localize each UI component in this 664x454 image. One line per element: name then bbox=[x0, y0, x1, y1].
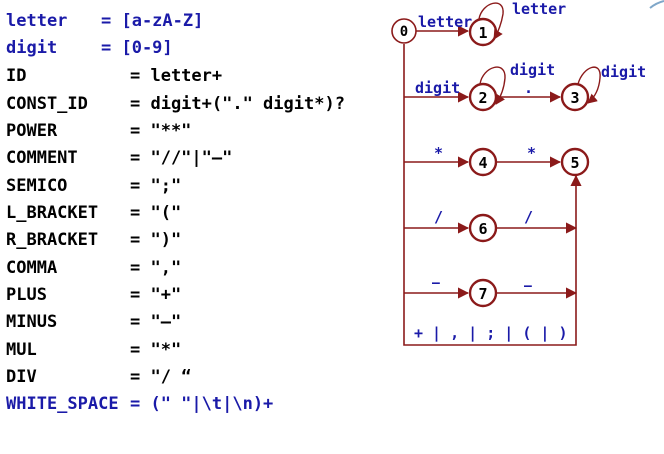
dfa-diagram: 0 letter 1 letter digit 2 digit . 3 digi… bbox=[391, 0, 664, 346]
edge-label-slash-1: / bbox=[434, 208, 443, 226]
edge-label-star-1: * bbox=[434, 144, 443, 162]
state-4-label: 4 bbox=[478, 154, 487, 172]
edge-label-dash-2: — bbox=[524, 279, 532, 294]
loop-label-letter: letter bbox=[512, 0, 566, 18]
loop-label-digit-2: digit bbox=[510, 61, 555, 79]
edge-label-slash-2: / bbox=[524, 208, 533, 226]
state-5-label: 5 bbox=[570, 154, 579, 172]
edge-label-dash-1: — bbox=[432, 276, 440, 291]
edge-label-digit: digit bbox=[415, 79, 460, 97]
state-7-label: 7 bbox=[478, 285, 487, 303]
edge-label-dot: . bbox=[524, 79, 533, 97]
corner-decoration bbox=[649, 0, 664, 9]
state-2-label: 2 bbox=[478, 89, 487, 107]
state-6-label: 6 bbox=[478, 220, 487, 238]
edge-label-letter: letter bbox=[418, 13, 472, 31]
loop-label-digit-3: digit bbox=[601, 63, 646, 81]
edge-label-single-chars: + | , | ; | ( | ) bbox=[414, 324, 568, 343]
state-1-label: 1 bbox=[478, 24, 487, 42]
state-3-label: 3 bbox=[570, 89, 579, 107]
edge-label-star-2: * bbox=[527, 144, 536, 162]
state-0-label: 0 bbox=[400, 24, 408, 40]
